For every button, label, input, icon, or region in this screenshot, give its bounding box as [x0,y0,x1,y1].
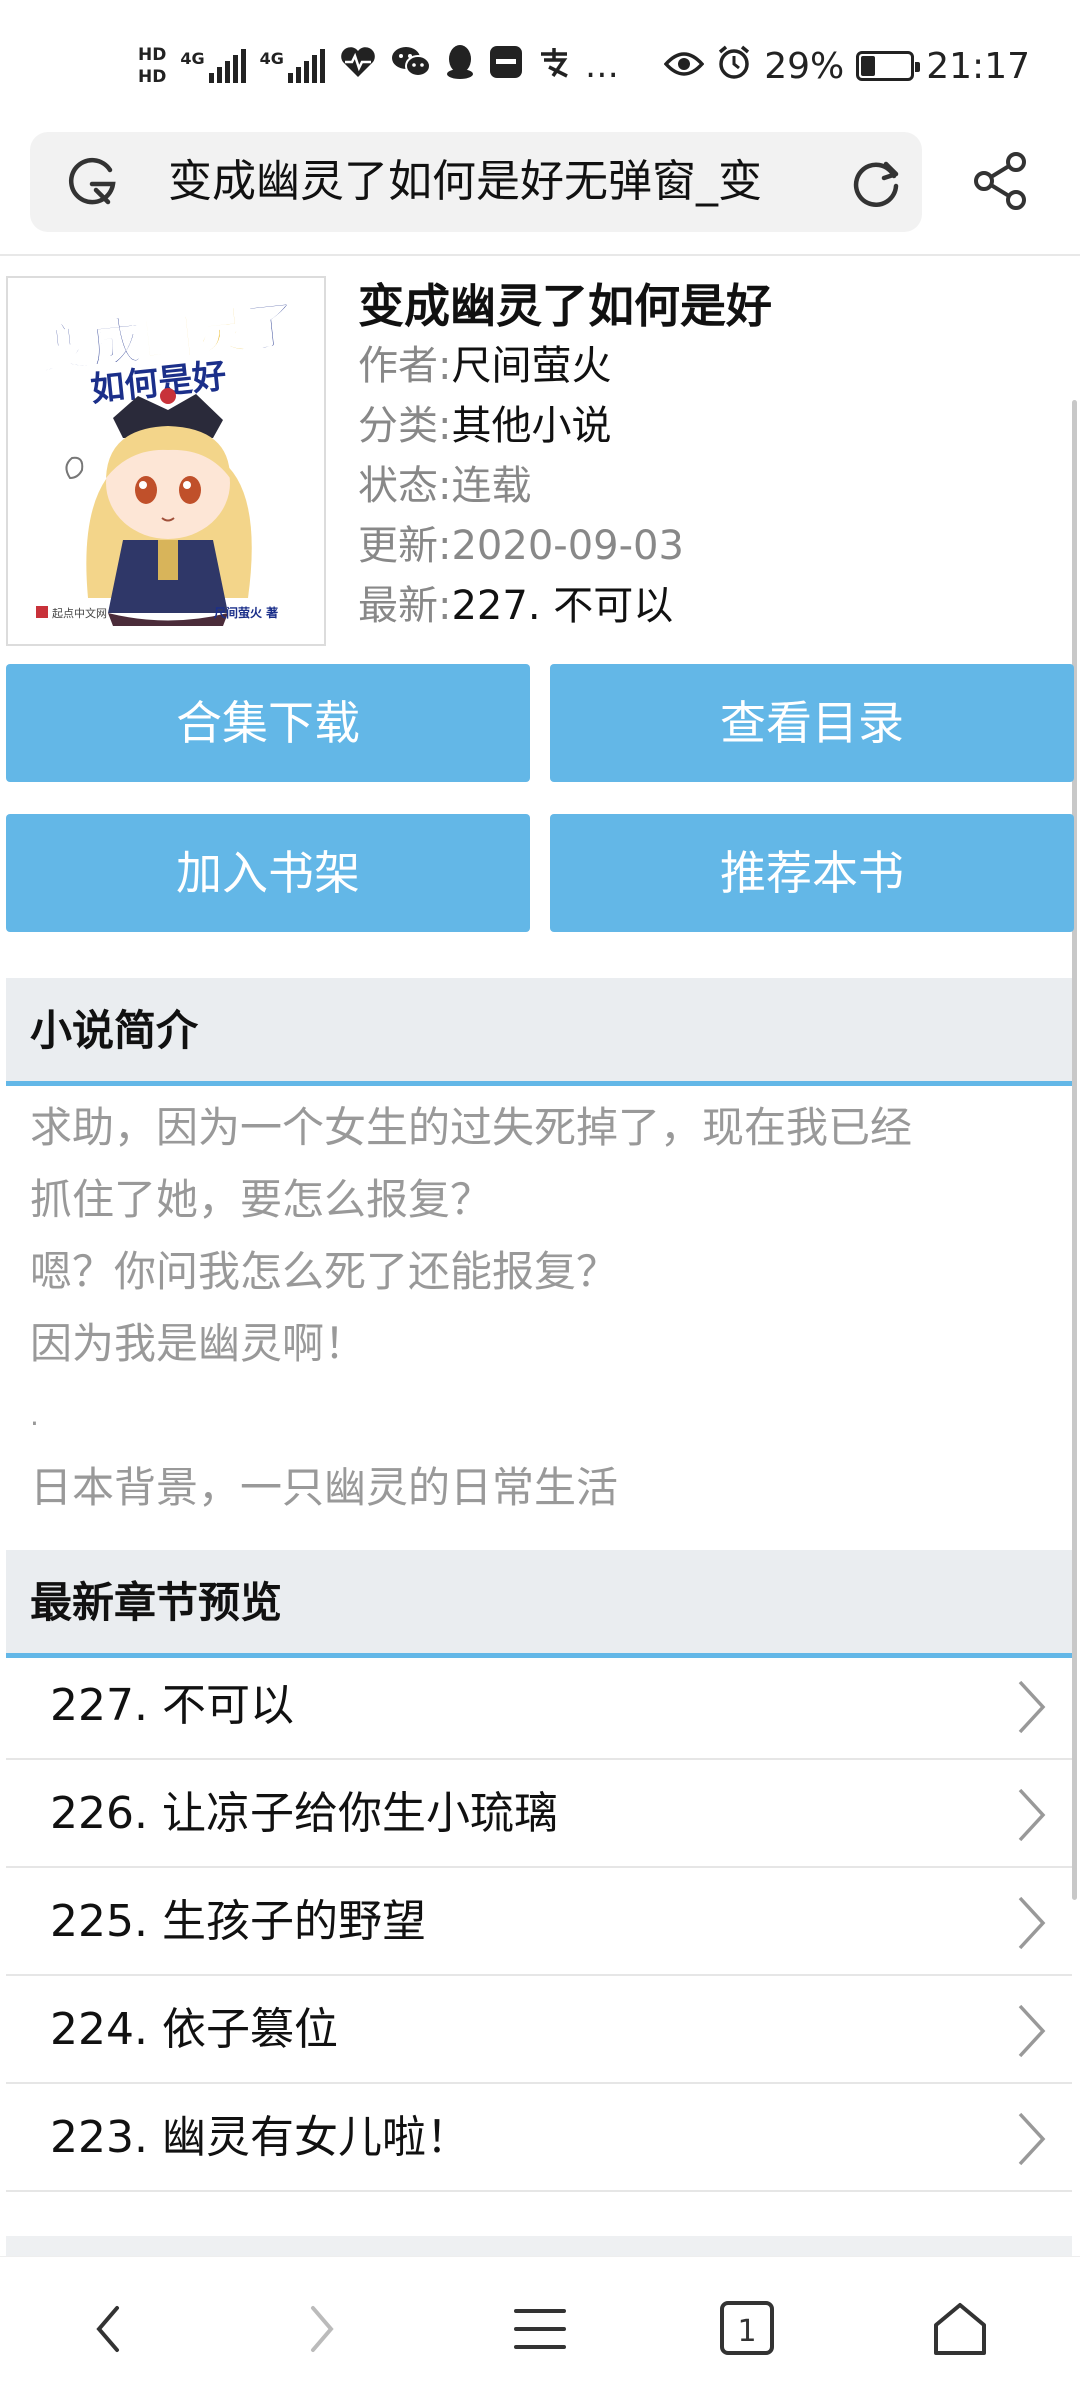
chevron-right-icon [1016,1896,1046,1950]
chevron-right-icon [1016,2112,1046,2166]
updated-row: 更新:2020-09-03 [358,518,684,574]
status-label: 状态: [358,463,452,509]
status-icons-left: HD HD 4G 4G … [138,36,619,96]
author-row: 作者:尺间萤火 [358,338,611,394]
add-to-shelf-button[interactable]: 加入书架 [6,814,530,932]
chapter-list: 227. 不可以 226. 让凉子给你生小琉璃 225. 生孩子的野望 224.… [6,1652,1072,2192]
intro-heading: 小说简介 [30,1006,199,1055]
latest-label: 最新: [358,583,452,629]
battery-percent: 29% [764,45,845,87]
menu-button[interactable] [500,2293,580,2365]
cover-author: 尺间萤火 著 [214,605,278,620]
author-value[interactable]: 尺间萤火 [451,343,611,389]
tabs-button[interactable]: 1 [708,2293,788,2365]
cover-publisher: 起点中文网 [52,606,107,620]
author-label: 作者: [358,343,452,389]
status-value: 连载 [451,463,532,509]
book-title: 变成幽灵了如何是好 [358,279,772,333]
hd1-label: HD [138,45,167,65]
intro-text: 求助，因为一个女生的过失死掉了，现在我已经 抓住了她，要怎么报复？ 嗯？你问我怎… [30,1092,1050,1524]
chapter-item[interactable]: 227. 不可以 [6,1652,1072,1760]
category-label: 分类: [358,403,452,449]
page-scrollbar[interactable] [1072,400,1077,1900]
intro-line: 抓住了她，要怎么报复？ [30,1175,493,1224]
reload-icon[interactable] [848,154,904,210]
qq-icon [445,44,475,89]
intro-line: 日本背景，一只幽灵的日常生活 [30,1463,619,1512]
chapters-heading: 最新章节预览 [30,1578,283,1627]
wechat-icon [391,45,431,88]
updated-label: 更新: [358,523,452,569]
category-row: 分类:其他小说 [358,398,611,454]
battery-icon [856,51,921,81]
intro-line: 求助，因为一个女生的过失死掉了，现在我已经 [30,1103,913,1152]
alarm-icon [716,44,752,89]
chapter-title[interactable]: 227. 不可以 [50,1676,294,1736]
tab-count: 1 [737,2314,756,2349]
signal-icon-sim2: 4G [260,49,325,83]
cover-title-c: 了 [243,295,301,360]
chapter-title[interactable]: 224. 依子篡位 [50,2000,338,2060]
chevron-right-icon [311,2306,334,2352]
chevron-right-icon [1016,2004,1046,2058]
updated-value: 2020-09-03 [451,523,684,569]
chapter-item[interactable]: 223. 幽灵有女儿啦！ [6,2084,1072,2192]
health-icon [339,45,377,88]
intro-line: 因为我是幽灵啊！ [30,1319,367,1368]
intro-section-header: 小说简介 [6,978,1072,1086]
address-bar[interactable]: 变成幽灵了如何是好无弹窗_变 [30,132,922,232]
intro-line: 嗯？你问我怎么死了还能报复？ [30,1247,619,1296]
recommend-book-button[interactable]: 推荐本书 [550,814,1074,932]
status-icons-right: 29% 21:17 [663,36,1030,96]
tabs-icon: 1 [720,2301,774,2355]
chapter-item[interactable]: 224. 依子篡位 [6,1976,1072,2084]
chapter-title[interactable]: 226. 让凉子给你生小琉璃 [50,1784,558,1844]
book-cover[interactable]: 变成幽灵了 如何是好 起点中文网 尺间萤火 著 [6,276,326,646]
alipay-icon [537,45,571,88]
status-row: 状态:连载 [358,458,531,514]
net1-label: 4G [180,49,205,68]
home-icon [934,2303,986,2355]
net2-label: 4G [259,49,284,68]
chapters-section-header: 最新章节预览 [6,1550,1072,1658]
chevron-right-icon [1016,1788,1046,1842]
section-spacer [6,2236,1072,2258]
share-icon[interactable] [968,148,1034,214]
intro-line: . [30,1399,39,1432]
home-button[interactable] [920,2293,1000,2365]
menu-icon [514,2309,566,2349]
more-notifications-icon: … [584,46,619,86]
chevron-right-icon [1016,1680,1046,1734]
chapter-item[interactable]: 225. 生孩子的野望 [6,1868,1072,1976]
huawei-icon [489,45,523,88]
chevron-left-icon [96,2306,119,2352]
hd2-label: HD [138,67,167,87]
chapter-title[interactable]: 223. 幽灵有女儿啦！ [50,2108,470,2168]
category-value[interactable]: 其他小说 [451,403,611,449]
search-engine-icon[interactable] [66,156,118,208]
chapter-item[interactable]: 226. 让凉子给你生小琉璃 [6,1760,1072,1868]
signal-icon-sim1: 4G [180,49,246,83]
address-text[interactable]: 变成幽灵了如何是好无弹窗_变 [168,152,848,212]
back-button[interactable] [68,2293,148,2365]
chapter-title[interactable]: 225. 生孩子的野望 [50,1892,426,1952]
divider [0,254,1080,256]
eye-icon [663,46,705,87]
view-catalog-button[interactable]: 查看目录 [550,664,1074,782]
forward-button[interactable] [282,2293,362,2365]
latest-row: 最新:227. 不可以 [358,578,673,634]
status-bar: HD HD 4G 4G … 29% 21:17 [0,0,1080,128]
browser-bottom-nav: 1 [0,2256,1080,2400]
hd-indicator: HD HD [138,44,166,88]
download-collection-button[interactable]: 合集下载 [6,664,530,782]
clock: 21:17 [926,45,1030,87]
latest-chapter-link[interactable]: 227. 不可以 [451,583,673,629]
